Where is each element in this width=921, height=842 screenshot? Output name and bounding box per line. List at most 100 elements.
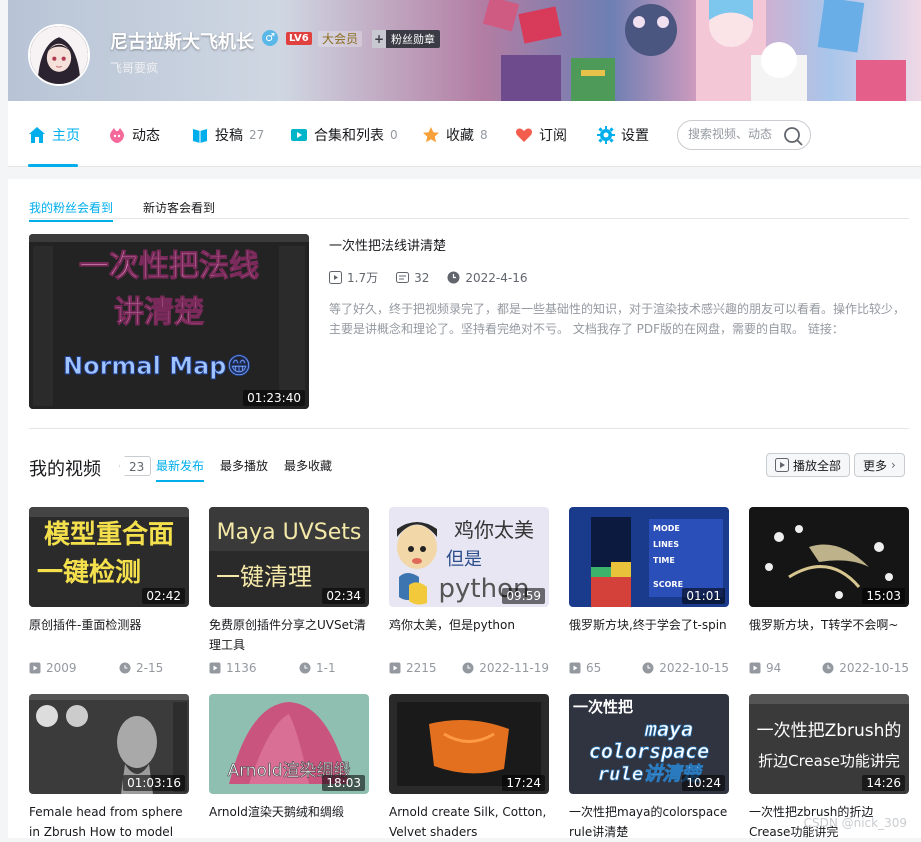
- video-date: 2022-10-15: [822, 661, 909, 675]
- video-duration: 10:24: [682, 775, 725, 791]
- play-icon: [775, 458, 789, 472]
- search-box: [677, 120, 811, 150]
- featured-thumb-art: 一次性把法线 讲清楚 Normal Map😁: [29, 234, 309, 409]
- video-count-badge: 23: [119, 456, 152, 476]
- featured-video-thumbnail[interactable]: 一次性把法线 讲清楚 Normal Map😁 01:23:40: [29, 234, 309, 409]
- video-thumbnail[interactable]: 17:24: [389, 694, 549, 794]
- play-count-icon: [209, 662, 221, 674]
- main-content: 我的粉丝会看到 新访客会看到 一次性把法线 讲清楚 Normal Map😁 01…: [8, 179, 921, 839]
- video-duration: 14:26: [862, 775, 905, 791]
- favorites-count: 8: [480, 128, 488, 142]
- sort-latest[interactable]: 最新发布: [156, 457, 205, 482]
- featured-danmaku-value: 32: [414, 270, 430, 285]
- video-card[interactable]: 模型重合面 一键检测 02:42 原创插件-重面检测器 2009 2-15: [29, 507, 189, 675]
- video-date-value: 1-1: [316, 661, 336, 675]
- video-views: 94: [749, 661, 781, 675]
- video-card[interactable]: 15:03 俄罗斯方块，T转学不会啊~ 94 2022-10-15: [749, 507, 909, 675]
- play-all-label: 播放全部: [793, 458, 842, 473]
- video-views-value: 2215: [406, 661, 437, 675]
- video-views: 2215: [389, 661, 437, 675]
- video-title[interactable]: 一次性把maya的colorspace rule讲清楚: [569, 802, 729, 842]
- featured-danmaku: 32: [396, 271, 429, 285]
- search-icon[interactable]: [782, 125, 804, 147]
- username[interactable]: 尼古拉斯大飞机长: [110, 28, 254, 54]
- tab-settings[interactable]: 设置: [597, 123, 649, 147]
- video-views-value: 2009: [46, 661, 77, 675]
- thumb-text: TIME: [653, 556, 675, 565]
- heart-icon: [515, 126, 533, 144]
- level-badge: LV6: [286, 32, 312, 45]
- sort-most-favorited[interactable]: 最多收藏: [284, 457, 332, 482]
- sort-most-played[interactable]: 最多播放: [220, 457, 268, 482]
- banner-artwork: [482, 0, 906, 101]
- video-card[interactable]: 一次性把 maya colorspace rule讲清楚 10:24 一次性把m…: [569, 694, 729, 842]
- video-thumbnail[interactable]: MODE LINES TIME SCORE 01:01: [569, 507, 729, 607]
- video-card[interactable]: 鸡你太美 但是 python 09:59 鸡你太美，但是python 2215 …: [389, 507, 549, 675]
- play-count-icon: [749, 662, 761, 674]
- video-thumbnail[interactable]: 鸡你太美 但是 python 09:59: [389, 507, 549, 607]
- clock-icon: [462, 662, 474, 674]
- video-card[interactable]: MODE LINES TIME SCORE 01:01 俄罗斯方块,终于学会了t…: [569, 507, 729, 675]
- clock-icon: [447, 271, 460, 284]
- tab-dynamic[interactable]: 动态: [108, 123, 160, 147]
- collections-icon: [290, 126, 308, 144]
- active-tab-indicator: [28, 164, 78, 167]
- tab-settings-label: 设置: [621, 128, 649, 144]
- video-thumbnail[interactable]: 一次性把 maya colorspace rule讲清楚 10:24: [569, 694, 729, 794]
- video-title[interactable]: Arnold渲染天鹅绒和绸缎: [209, 802, 369, 842]
- video-date-value: 2-15: [136, 661, 164, 675]
- play-all-button[interactable]: 播放全部: [766, 453, 851, 477]
- video-title[interactable]: 俄罗斯方块，T转学不会啊~: [749, 615, 909, 655]
- video-duration: 15:03: [862, 588, 905, 604]
- section-title: 我的视频: [29, 459, 101, 480]
- tab-home[interactable]: 主页: [28, 123, 80, 147]
- clock-icon: [822, 662, 834, 674]
- medal-label: 粉丝勋章: [391, 33, 435, 46]
- clock-icon: [299, 662, 311, 674]
- video-thumbnail[interactable]: Maya UVSets 一键清理 02:34: [209, 507, 369, 607]
- tab-dynamic-label: 动态: [132, 128, 160, 144]
- video-title[interactable]: 原创插件-重面检测器: [29, 615, 189, 655]
- featured-views-value: 1.7万: [347, 271, 379, 285]
- video-duration: 02:34: [322, 588, 365, 604]
- video-duration: 17:24: [502, 775, 545, 791]
- video-card[interactable]: Maya UVSets 一键清理 02:34 免费原创插件分享之UVSet清理工…: [209, 507, 369, 675]
- tab-collections[interactable]: 合集和列表 0: [290, 123, 398, 147]
- play-count-icon: [389, 662, 401, 674]
- video-date: 2022-10-15: [642, 661, 729, 675]
- avatar-image: [30, 26, 88, 84]
- search-input[interactable]: [688, 127, 778, 141]
- video-thumbnail[interactable]: Arnold渲染绸缎 18:03: [209, 694, 369, 794]
- more-label: 更多: [863, 458, 888, 473]
- divider: [29, 218, 909, 219]
- video-title[interactable]: 免费原创插件分享之UVSet清理工具: [209, 615, 369, 655]
- tab-subscriptions[interactable]: 订阅: [515, 123, 567, 147]
- play-count-icon: [29, 662, 41, 674]
- video-thumbnail[interactable]: 一次性把Zbrush的 折边Crease功能讲完 14:26: [749, 694, 909, 794]
- thumb-text: 一次性把Zbrush的: [757, 721, 902, 741]
- clock-icon: [119, 662, 131, 674]
- tab-favorites[interactable]: 收藏 8: [422, 123, 488, 147]
- video-title[interactable]: 俄罗斯方块,终于学会了t-spin: [569, 615, 729, 655]
- video-title[interactable]: Female head from sphere in Zbrush How to…: [29, 802, 189, 842]
- video-card[interactable]: 17:24 Arnold create Silk, Cotton, Velvet…: [389, 694, 549, 842]
- video-card[interactable]: 01:03:16 Female head from sphere in Zbru…: [29, 694, 189, 842]
- avatar[interactable]: [28, 24, 90, 86]
- featured-thumb-line2: 讲清楚: [114, 295, 204, 330]
- tab-favorites-label: 收藏: [446, 128, 474, 144]
- featured-title[interactable]: 一次性把法线讲清楚: [329, 235, 446, 254]
- more-button[interactable]: 更多 ›: [854, 453, 905, 477]
- video-title[interactable]: Arnold create Silk, Cotton, Velvet shade…: [389, 802, 549, 842]
- video-thumbnail[interactable]: 模型重合面 一键检测 02:42: [29, 507, 189, 607]
- video-thumbnail[interactable]: 01:03:16: [29, 694, 189, 794]
- dynamic-icon: [108, 126, 126, 144]
- featured-description: 等了好久，终于把视频录完了，都是一些基础性的知识，对于渲染技术感兴趣的朋友可以看…: [329, 302, 906, 336]
- video-title[interactable]: 鸡你太美，但是python: [389, 615, 549, 655]
- tab-uploads[interactable]: 投稿 27: [191, 123, 264, 147]
- video-thumbnail[interactable]: 15:03: [749, 507, 909, 607]
- video-meta: 2009 2-15: [29, 661, 189, 675]
- video-views-value: 65: [586, 661, 602, 675]
- home-icon: [28, 126, 46, 144]
- video-card[interactable]: Arnold渲染绸缎 18:03 Arnold渲染天鹅绒和绸缎: [209, 694, 369, 842]
- fan-medal-badge[interactable]: + 粉丝勋章: [372, 30, 440, 48]
